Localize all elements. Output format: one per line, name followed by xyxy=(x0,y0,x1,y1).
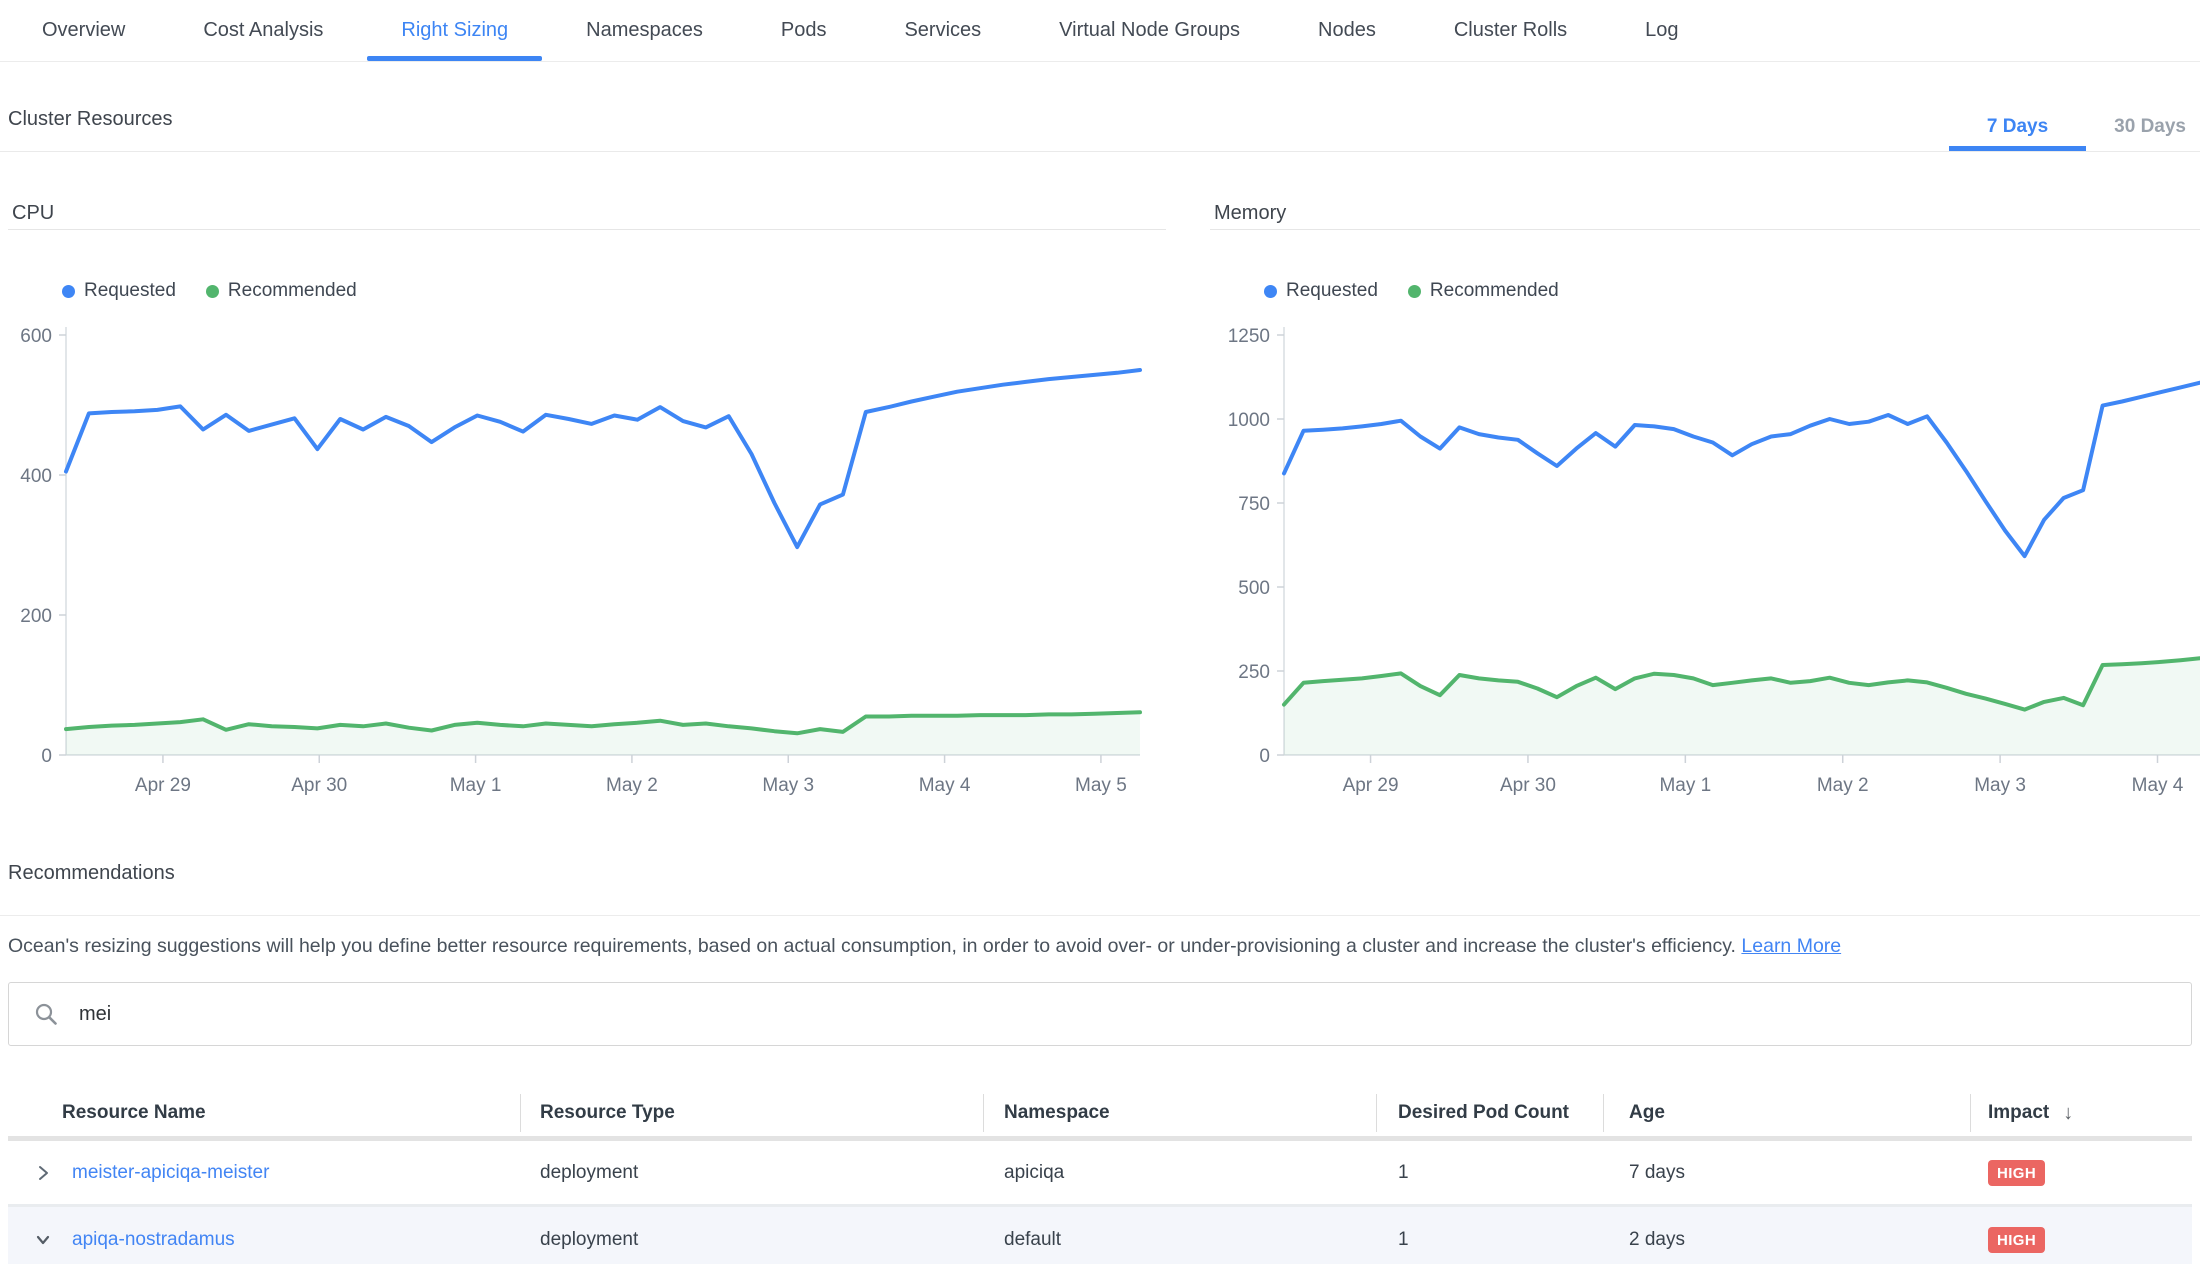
memory-legend: Requested Recommended xyxy=(1264,280,1559,302)
memory-line-chart: 0 250 500 750 1000 1250 Apr 29 Apr 30 May 1 May 2… xyxy=(1210,317,2200,797)
svg-text:May 5: May 5 xyxy=(1075,775,1127,796)
cpu-chart-panel: CPU Requested Recommended 0 200 400 600 Apr … xyxy=(8,196,1166,811)
tab-virtual-node-groups[interactable]: Virtual Node Groups xyxy=(1059,0,1240,61)
cluster-resources-title: Cluster Resources xyxy=(8,108,173,131)
namespace-cell: apiciqa xyxy=(983,1162,1376,1184)
tab-services[interactable]: Services xyxy=(904,0,981,61)
learn-more-link[interactable]: Learn More xyxy=(1741,935,1841,957)
chevron-right-icon[interactable] xyxy=(34,1164,52,1182)
legend-label: Requested xyxy=(1286,280,1378,302)
svg-text:Apr 29: Apr 29 xyxy=(135,775,191,796)
svg-text:May 1: May 1 xyxy=(1659,775,1711,796)
col-header-resource-name[interactable]: Resource Name xyxy=(8,1090,520,1136)
memory-legend-recommended[interactable]: Recommended xyxy=(1408,280,1559,302)
svg-text:May 3: May 3 xyxy=(762,775,814,796)
age-cell: 2 days xyxy=(1603,1229,1970,1251)
table-row[interactable]: meister-apiciqa-meister deployment apici… xyxy=(8,1141,2192,1207)
svg-text:1250: 1250 xyxy=(1228,326,1270,347)
tab-namespaces[interactable]: Namespaces xyxy=(586,0,703,61)
recommended-dot-icon xyxy=(1408,285,1421,298)
age-cell: 7 days xyxy=(1603,1162,1970,1184)
time-range-toggle: 7 Days 30 Days xyxy=(1987,103,2186,151)
cpu-title-divider xyxy=(8,229,1166,230)
col-header-namespace[interactable]: Namespace xyxy=(983,1090,1376,1136)
svg-text:400: 400 xyxy=(20,466,52,487)
top-nav: Overview Cost Analysis Right Sizing Name… xyxy=(0,0,2200,62)
impact-high-badge: HIGH xyxy=(1988,1227,2045,1253)
resource-name-cell: meister-apiciqa-meister xyxy=(8,1162,520,1184)
sort-descending-icon[interactable]: ↓ xyxy=(2063,1102,2073,1125)
svg-text:May 4: May 4 xyxy=(919,775,971,796)
memory-chart-title: Memory xyxy=(1214,202,1286,225)
legend-label: Requested xyxy=(84,280,176,302)
desired-pod-count-cell: 1 xyxy=(1376,1229,1603,1251)
svg-text:500: 500 xyxy=(1238,578,1270,599)
range-tab-30-days[interactable]: 30 Days xyxy=(2114,103,2186,151)
table-row[interactable]: apiqa-nostradamus deployment default 1 2… xyxy=(8,1207,2192,1264)
search-icon xyxy=(34,1002,58,1026)
desired-pod-count-cell: 1 xyxy=(1376,1162,1603,1184)
cpu-line-chart: 0 200 400 600 Apr 29 Apr 30 May 1 May 2 May 3 May… xyxy=(8,317,1166,797)
right-sizing-page: Overview Cost Analysis Right Sizing Name… xyxy=(0,0,2200,1264)
resource-type-cell: deployment xyxy=(520,1229,983,1251)
svg-text:May 1: May 1 xyxy=(450,775,502,796)
tab-nodes[interactable]: Nodes xyxy=(1318,0,1376,61)
svg-text:600: 600 xyxy=(20,326,52,347)
namespace-cell: default xyxy=(983,1229,1376,1251)
svg-text:0: 0 xyxy=(1259,746,1270,767)
svg-text:Apr 29: Apr 29 xyxy=(1343,775,1399,796)
col-header-resource-type[interactable]: Resource Type xyxy=(520,1090,983,1136)
svg-text:0: 0 xyxy=(41,746,52,767)
search-bar xyxy=(8,982,2192,1046)
legend-label: Recommended xyxy=(1430,280,1559,302)
resource-name-link[interactable]: apiqa-nostradamus xyxy=(72,1229,235,1251)
tab-right-sizing[interactable]: Right Sizing xyxy=(401,0,508,61)
tab-overview[interactable]: Overview xyxy=(42,0,125,61)
tab-pods[interactable]: Pods xyxy=(781,0,827,61)
tab-log[interactable]: Log xyxy=(1645,0,1678,61)
memory-title-divider xyxy=(1210,229,2200,230)
chevron-down-icon[interactable] xyxy=(34,1231,52,1249)
svg-text:200: 200 xyxy=(20,606,52,627)
cluster-resources-header: Cluster Resources 7 Days 30 Days xyxy=(0,62,2200,152)
recommended-dot-icon xyxy=(206,285,219,298)
col-header-desired-pod-count[interactable]: Desired Pod Count xyxy=(1376,1090,1603,1136)
svg-text:Apr 30: Apr 30 xyxy=(291,775,347,796)
resource-name-cell: apiqa-nostradamus xyxy=(8,1229,520,1251)
recommendations-description: Ocean's resizing suggestions will help y… xyxy=(8,932,2192,960)
memory-chart-panel: Memory Requested Recommended 0 250 500 750 1… xyxy=(1210,196,2200,811)
col-header-age[interactable]: Age xyxy=(1603,1090,1970,1136)
svg-text:May 2: May 2 xyxy=(606,775,658,796)
svg-text:May 3: May 3 xyxy=(1974,775,2026,796)
range-tab-7-days[interactable]: 7 Days xyxy=(1987,103,2048,151)
col-header-impact[interactable]: Impact ↓ xyxy=(1970,1090,2192,1136)
resource-name-link[interactable]: meister-apiciqa-meister xyxy=(72,1162,269,1184)
resource-type-cell: deployment xyxy=(520,1162,983,1184)
cpu-legend-recommended[interactable]: Recommended xyxy=(206,280,357,302)
recommendations-table: Resource Name Resource Type Namespace De… xyxy=(8,1090,2192,1264)
tab-cost-analysis[interactable]: Cost Analysis xyxy=(203,0,323,61)
svg-text:750: 750 xyxy=(1238,494,1270,515)
table-header-row: Resource Name Resource Type Namespace De… xyxy=(8,1090,2192,1136)
svg-text:May 4: May 4 xyxy=(2132,775,2184,796)
search-input[interactable] xyxy=(8,982,2192,1046)
cpu-legend: Requested Recommended xyxy=(62,280,357,302)
svg-text:250: 250 xyxy=(1238,662,1270,683)
cpu-legend-requested[interactable]: Requested xyxy=(62,280,176,302)
impact-cell: HIGH xyxy=(1970,1227,2192,1253)
tab-cluster-rolls[interactable]: Cluster Rolls xyxy=(1454,0,1567,61)
recommendations-title: Recommendations xyxy=(8,862,175,885)
description-text: Ocean's resizing suggestions will help y… xyxy=(8,935,1736,957)
svg-text:1000: 1000 xyxy=(1228,410,1270,431)
memory-legend-requested[interactable]: Requested xyxy=(1264,280,1378,302)
svg-text:Apr 30: Apr 30 xyxy=(1500,775,1556,796)
legend-label: Recommended xyxy=(228,280,357,302)
impact-high-badge: HIGH xyxy=(1988,1160,2045,1186)
impact-cell: HIGH xyxy=(1970,1160,2192,1186)
recommendations-divider xyxy=(0,915,2200,916)
requested-dot-icon xyxy=(1264,285,1277,298)
svg-text:May 2: May 2 xyxy=(1817,775,1869,796)
requested-dot-icon xyxy=(62,285,75,298)
cpu-chart-title: CPU xyxy=(12,202,54,225)
